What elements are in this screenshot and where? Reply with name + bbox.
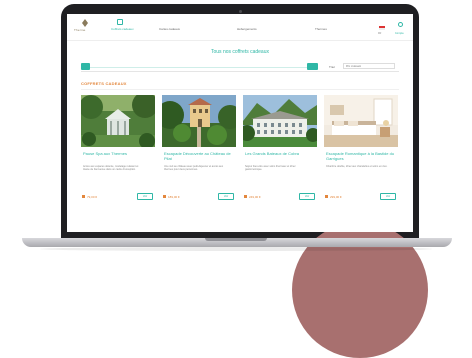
card-footer: 299,00 € Voir xyxy=(325,193,396,201)
card-description: Séjour bien-être avec soins thermaux et … xyxy=(245,165,296,172)
camera-icon xyxy=(239,10,242,13)
card-description: Accès aux espaces détente, modelage rela… xyxy=(83,165,139,172)
card-price: 189,00 € xyxy=(168,195,180,199)
nav-item-coffrets[interactable]: Coffrets cadeaux xyxy=(111,27,134,31)
view-button[interactable]: Voir xyxy=(299,193,315,200)
logo-icon[interactable] xyxy=(79,19,91,28)
website-screen: Therme Coffrets cadeaux Cartes cadeaux H… xyxy=(67,14,413,232)
card-footer: 249,00 € Voir xyxy=(244,193,315,201)
gift-icon xyxy=(163,195,166,198)
card-price: 79,00 € xyxy=(87,195,98,199)
card-image[interactable] xyxy=(162,95,236,147)
price-slider-track[interactable] xyxy=(89,67,315,68)
card-description: Chambre double, dîner aux chandelles et … xyxy=(326,165,388,168)
nav-item-cartes[interactable]: Cartes cadeaux xyxy=(159,27,180,31)
card-title[interactable]: Escapade Découverte au Château de Pilat xyxy=(164,151,234,161)
gift-icon xyxy=(244,195,247,198)
flag-icon[interactable] xyxy=(379,26,385,30)
card-image[interactable] xyxy=(243,95,317,147)
nav-item-thermes[interactable]: Thermes xyxy=(315,27,327,31)
card-price: 249,00 € xyxy=(249,195,261,199)
page-title: Tous nos coffrets cadeaux xyxy=(211,49,269,55)
card-title[interactable]: Escapade Romantique à la Bastide du Garr… xyxy=(326,151,396,161)
card-image[interactable] xyxy=(81,95,155,147)
view-button[interactable]: Voir xyxy=(218,193,234,200)
card-title[interactable]: Pause Spa aux Thermes xyxy=(83,151,153,156)
sort-label: Trier xyxy=(329,65,336,69)
card-footer: 189,00 € Voir xyxy=(163,193,234,201)
slider-handle-max[interactable] xyxy=(307,63,318,70)
divider xyxy=(81,89,399,90)
logo-text[interactable]: Therme xyxy=(74,28,86,32)
product-card[interactable]: Les Grands Bateaux de Cobra Séjour bien-… xyxy=(243,95,317,213)
gift-icon xyxy=(325,195,328,198)
slider-handle-min[interactable] xyxy=(81,63,90,70)
account-label[interactable]: Compte xyxy=(395,32,404,35)
gift-box-icon[interactable] xyxy=(117,19,123,25)
laptop-notch xyxy=(205,238,267,241)
section-title: COFFRETS CADEAUX xyxy=(81,81,127,86)
laptop-shadow xyxy=(40,247,432,251)
language-label[interactable]: FR xyxy=(378,32,381,35)
nav-item-hebergements[interactable]: Hébergements xyxy=(237,27,257,31)
filter-bar: Trier Prix croissant xyxy=(81,62,399,72)
view-button[interactable]: Voir xyxy=(137,193,153,200)
card-price: 299,00 € xyxy=(330,195,342,199)
card-description: Une nuit au château avec petit-déjeuner … xyxy=(164,165,224,172)
gift-icon xyxy=(82,195,85,198)
product-card[interactable]: Escapade Découverte au Château de Pilat … xyxy=(162,95,236,213)
product-card[interactable]: Pause Spa aux Thermes Accès aux espaces … xyxy=(81,95,155,213)
user-icon[interactable] xyxy=(398,22,403,27)
sort-select[interactable]: Prix croissant xyxy=(343,63,395,69)
card-footer: 79,00 € Voir xyxy=(82,193,153,201)
view-button[interactable]: Voir xyxy=(380,193,396,200)
product-card[interactable]: Escapade Romantique à la Bastide du Garr… xyxy=(324,95,398,213)
top-navigation: Therme Coffrets cadeaux Cartes cadeaux H… xyxy=(67,14,413,41)
card-title[interactable]: Les Grands Bateaux de Cobra xyxy=(245,151,315,156)
card-image[interactable] xyxy=(324,95,398,147)
